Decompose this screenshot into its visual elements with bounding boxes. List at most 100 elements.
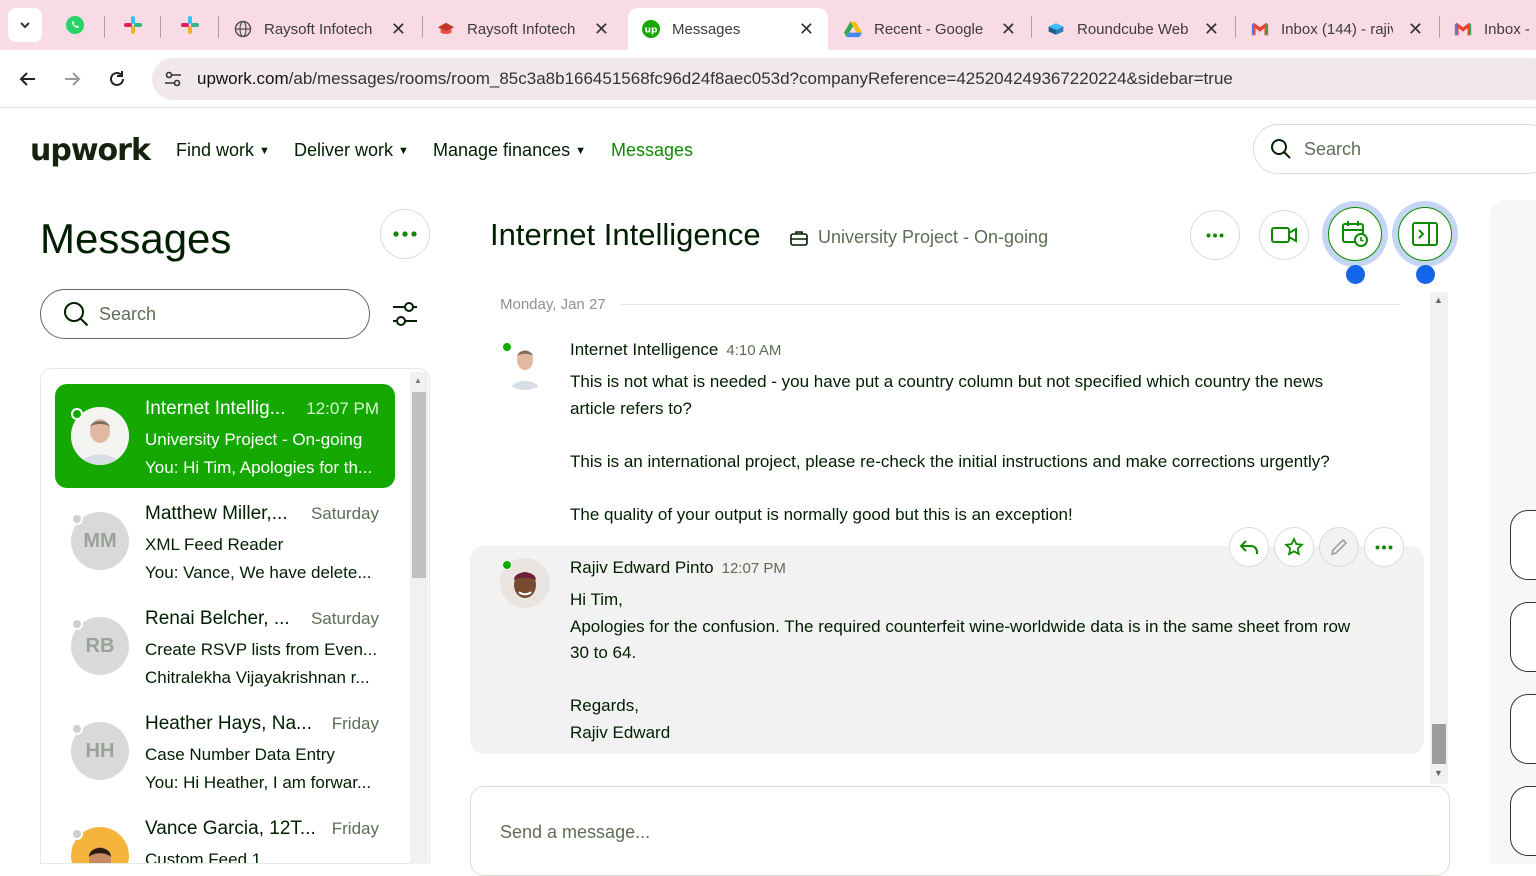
room-item[interactable]: MM Matthew Miller,... Saturday XML Feed …: [55, 489, 395, 593]
chevron-down-icon: ▼: [259, 144, 270, 157]
back-button[interactable]: [13, 64, 43, 94]
nav-manage-finances[interactable]: Manage finances ▼: [433, 140, 586, 161]
room-item[interactable]: Vance Garcia, 12T... Friday Custom Feed …: [55, 804, 395, 864]
close-tab-icon[interactable]: ✕: [391, 19, 406, 40]
room-name: Internet Intellig...: [145, 398, 286, 419]
messages-more-button[interactable]: [380, 209, 430, 259]
room-project: XML Feed Reader: [145, 535, 284, 554]
chevron-down-icon: ▼: [575, 144, 586, 157]
room-item[interactable]: RB Renai Belcher, ... Saturday Create RS…: [55, 594, 395, 698]
browser-tab-strip: Raysoft Infotech ✕ Raysoft Infotech ✕ up…: [0, 0, 1536, 50]
scroll-up-icon[interactable]: ▲: [414, 376, 422, 385]
search-icon: [1271, 139, 1291, 159]
pinned-tab-slack-2[interactable]: [175, 10, 205, 40]
nav-find-work[interactable]: Find work ▼: [176, 140, 270, 161]
address-bar[interactable]: upwork.com/ab/messages/rooms/room_85c3a8…: [152, 58, 1536, 100]
browser-tab[interactable]: Inbox (144) - rajiv ✕: [1237, 8, 1437, 50]
toggle-sidebar-button[interactable]: [1392, 201, 1458, 267]
message-body: This is not what is needed - you have pu…: [570, 372, 1330, 524]
message-more-button[interactable]: [1364, 527, 1404, 567]
video-camera-icon: [1271, 227, 1297, 243]
svg-text:up: up: [645, 26, 658, 36]
rooms-search-input[interactable]: Search: [40, 289, 370, 339]
scroll-down-icon[interactable]: ▼: [1434, 768, 1443, 778]
search-placeholder: Search: [99, 303, 157, 324]
filter-icon[interactable]: [390, 298, 420, 330]
favorite-button[interactable]: [1274, 527, 1314, 567]
room-list-scrollbar[interactable]: ▲: [410, 372, 428, 864]
status-dot: [71, 828, 83, 840]
close-tab-icon[interactable]: ✕: [799, 19, 814, 40]
room-item-active[interactable]: Internet Intellig... 12:07 PM University…: [55, 384, 395, 488]
nav-messages[interactable]: Messages: [611, 140, 693, 161]
more-horizontal-icon: [1375, 545, 1393, 549]
online-status-dot: [502, 342, 512, 352]
close-tab-icon[interactable]: ✕: [1408, 19, 1423, 40]
status-dot: [71, 618, 83, 630]
scrollbar-thumb[interactable]: [412, 392, 426, 578]
browser-tab[interactable]: Inbox -: [1440, 8, 1536, 50]
details-side-panel: [1490, 200, 1536, 864]
browser-toolbar: upwork.com/ab/messages/rooms/room_85c3a8…: [0, 50, 1536, 108]
message-author: Internet Intelligence 4:10 AM: [570, 340, 782, 359]
message-composer[interactable]: Send a message...: [470, 786, 1450, 876]
reply-button[interactable]: [1229, 527, 1269, 567]
site-info-icon[interactable]: [162, 68, 184, 90]
roundcube-icon: [1047, 20, 1065, 38]
notification-dot: [1346, 265, 1365, 284]
gmail-icon: [1454, 20, 1472, 38]
status-dot: [71, 723, 83, 735]
conversation-title: Internet Intelligence: [490, 217, 761, 252]
reload-button[interactable]: [102, 64, 132, 94]
message-item: Rajiv Edward Pinto 12:07 PM Hi Tim, Apolo…: [500, 558, 1400, 748]
slack-icon: [181, 16, 199, 34]
graduation-cap-icon: [437, 20, 455, 38]
gmail-icon: [1251, 20, 1269, 38]
conversation-more-button[interactable]: [1190, 210, 1240, 260]
chevron-down-icon: [20, 22, 30, 29]
tab-title: Raysoft Infotech: [467, 20, 576, 38]
close-tab-icon[interactable]: ✕: [1001, 19, 1016, 40]
online-status-dot: [71, 408, 83, 420]
room-time: 12:07 PM: [306, 399, 379, 418]
notification-dot: [1416, 265, 1435, 284]
pinned-tab-whatsapp[interactable]: [60, 10, 90, 40]
browser-tab[interactable]: Recent - Google ✕: [830, 8, 1030, 50]
scroll-up-icon[interactable]: ▲: [1434, 295, 1443, 305]
slack-icon: [124, 16, 142, 34]
online-status-dot: [502, 560, 512, 570]
room-project: Custom Feed 1: [145, 850, 262, 864]
side-panel-button[interactable]: [1510, 602, 1536, 672]
message-time: 12:07 PM: [721, 560, 786, 577]
composer-placeholder: Send a message...: [500, 822, 651, 842]
video-call-button[interactable]: [1259, 210, 1309, 260]
browser-tab[interactable]: Raysoft Infotech ✕: [220, 8, 420, 50]
schedule-meeting-button[interactable]: [1322, 201, 1388, 267]
side-panel-button[interactable]: [1510, 694, 1536, 764]
edit-button[interactable]: [1319, 527, 1359, 567]
scrollbar-thumb[interactable]: [1432, 724, 1446, 764]
browser-tab[interactable]: Raysoft Infotech ✕: [423, 8, 623, 50]
room-item[interactable]: HH Heather Hays, Na... Friday Case Numbe…: [55, 699, 395, 803]
browser-tab-active[interactable]: up Messages ✕: [628, 8, 828, 50]
upwork-logo[interactable]: upwork: [30, 133, 151, 168]
arrow-right-icon: [65, 72, 81, 86]
forward-button[interactable]: [57, 64, 87, 94]
close-tab-icon[interactable]: ✕: [1204, 19, 1219, 40]
side-panel-button[interactable]: [1510, 510, 1536, 580]
globe-icon: [234, 20, 252, 38]
close-tab-icon[interactable]: ✕: [594, 19, 609, 40]
pinned-tab-slack-1[interactable]: [118, 10, 148, 40]
side-panel-button[interactable]: [1510, 786, 1536, 856]
header-search-input[interactable]: Search: [1253, 124, 1536, 174]
url-text: upwork.com/ab/messages/rooms/room_85c3a8…: [197, 69, 1233, 88]
thread-scrollbar[interactable]: ▲ ▼: [1430, 292, 1448, 784]
tab-title: Recent - Google: [874, 20, 984, 38]
search-placeholder: Search: [1304, 138, 1362, 159]
conversation-project[interactable]: University Project - On-going: [790, 227, 1048, 248]
message-item: Internet Intelligence 4:10 AM This is not…: [500, 340, 1400, 540]
browser-tab[interactable]: Roundcube Webr ✕: [1033, 8, 1233, 50]
nav-deliver-work[interactable]: Deliver work ▼: [294, 140, 409, 161]
room-time: Friday: [331, 819, 379, 838]
tab-search-button[interactable]: [8, 8, 42, 42]
